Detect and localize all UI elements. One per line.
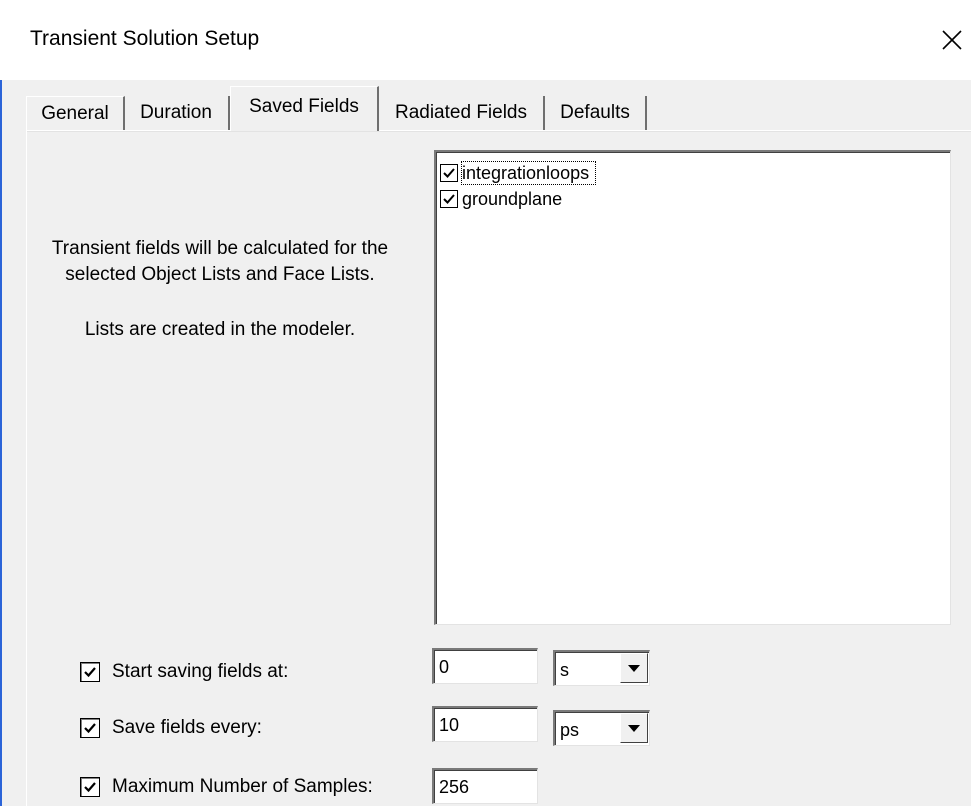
window-border [0, 80, 2, 806]
close-icon[interactable] [934, 22, 970, 58]
dropdown-button[interactable] [620, 713, 648, 743]
checkbox-integrationloops[interactable] [440, 164, 458, 182]
chevron-down-icon [628, 725, 640, 732]
save-every-label: Save fields every: [112, 717, 262, 738]
list-item-label: integrationloops [460, 161, 597, 185]
checkmark-icon [84, 723, 96, 734]
save-every-unit-value: ps [560, 720, 580, 740]
dropdown-button[interactable] [620, 653, 648, 683]
title-bar: Transient Solution Setup [0, 0, 971, 80]
tab-radiated-fields[interactable]: Radiated Fields [379, 96, 545, 130]
window-title: Transient Solution Setup [30, 27, 260, 50]
save-every-value-input[interactable]: 10 [432, 706, 538, 742]
checkmark-icon [84, 667, 96, 678]
tab-saved-fields[interactable]: Saved Fields [230, 86, 379, 131]
tab-frame-left [26, 130, 27, 806]
start-saving-unit-select[interactable]: s [553, 650, 650, 686]
max-samples-label: Maximum Number of Samples: [112, 776, 373, 797]
start-saving-value-input[interactable]: 0 [432, 648, 538, 684]
object-lists-listbox[interactable]: integrationloops groundplane [434, 150, 951, 625]
tab-duration[interactable]: Duration [124, 96, 230, 130]
info-text-line1: Transient fields will be calculated for … [51, 238, 389, 259]
save-every-checkbox[interactable] [80, 718, 100, 738]
max-samples-checkbox[interactable] [80, 777, 100, 797]
max-samples-value-input[interactable]: 256 [432, 768, 538, 804]
save-every-unit-select[interactable]: ps [553, 710, 650, 746]
checkmark-icon [443, 194, 455, 204]
checkbox-groundplane[interactable] [440, 190, 458, 208]
chevron-down-icon [628, 665, 640, 672]
start-saving-unit-value: s [560, 660, 569, 680]
checkmark-icon [443, 168, 455, 178]
info-text-line3: Lists are created in the modeler. [84, 319, 356, 340]
tab-general[interactable]: General [26, 96, 125, 131]
tab-defaults[interactable]: Defaults [545, 96, 647, 130]
start-saving-checkbox[interactable] [80, 662, 100, 682]
info-text-line2: selected Object Lists and Face Lists. [65, 264, 375, 285]
checkmark-icon [84, 782, 96, 793]
tab-divider-shadow [26, 131, 971, 132]
list-item-label: groundplane [462, 189, 563, 209]
start-saving-label: Start saving fields at: [112, 661, 289, 682]
